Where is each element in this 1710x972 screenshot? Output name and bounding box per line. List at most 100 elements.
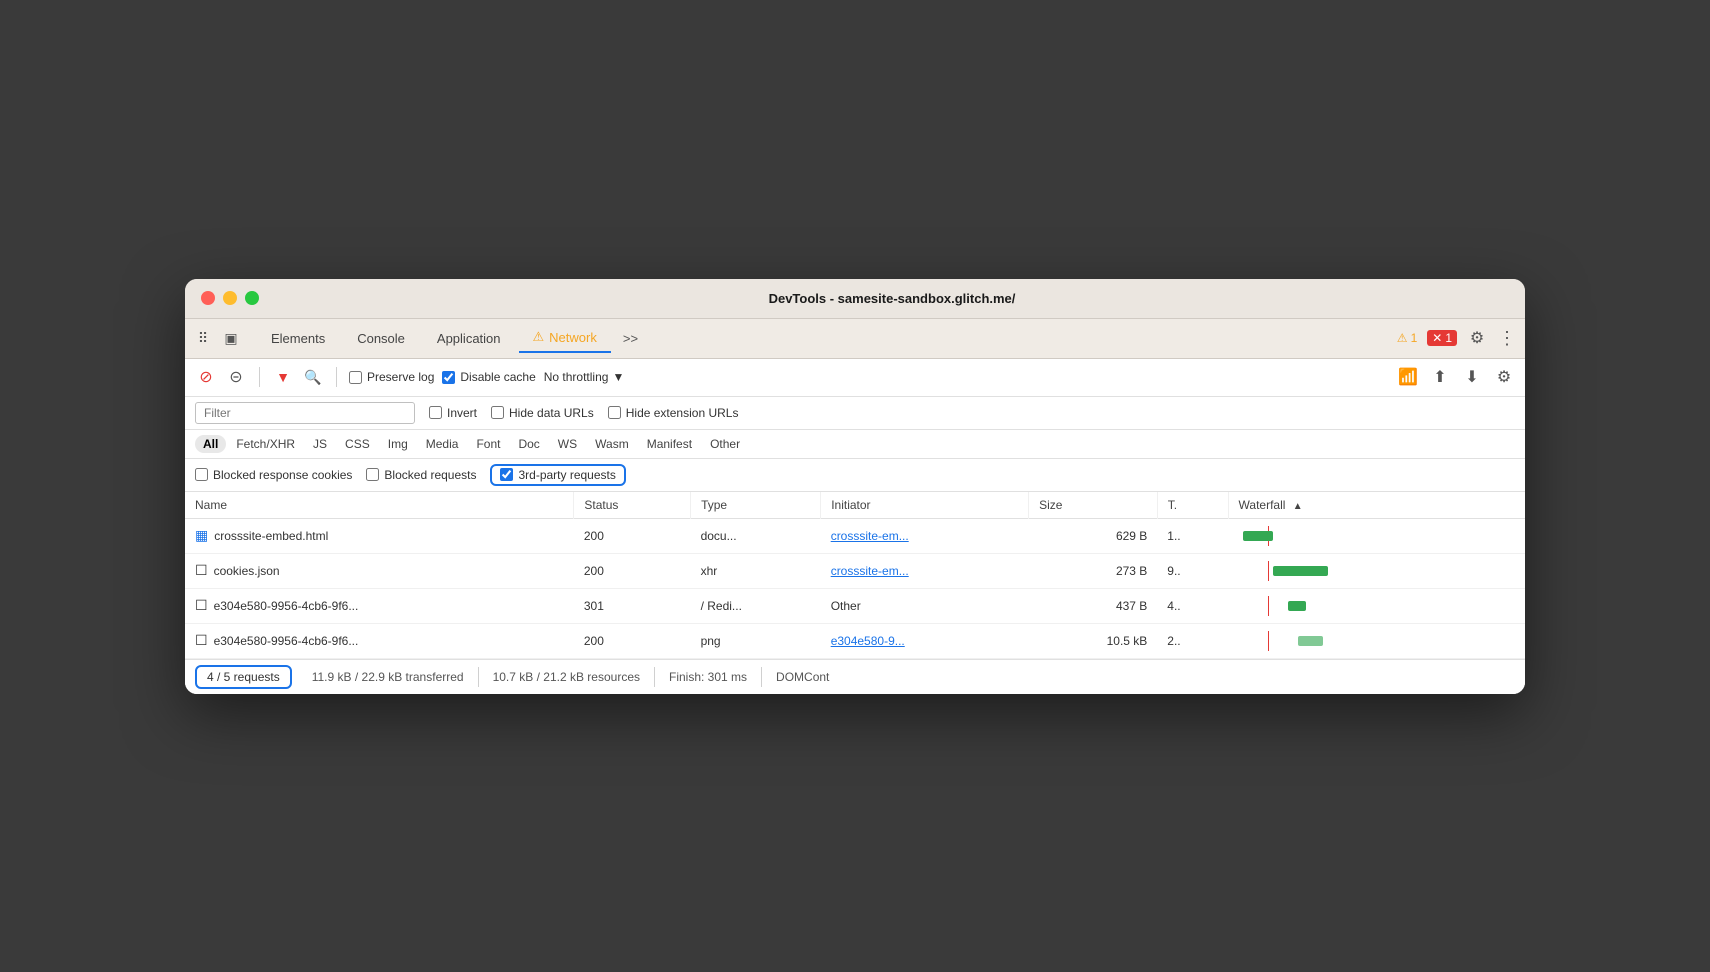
warning-icon: ⚠ bbox=[1397, 331, 1408, 345]
hide-data-urls-label: Hide data URLs bbox=[509, 406, 594, 420]
cell-type: / Redi... bbox=[691, 588, 821, 623]
toolbar-right: 📶 ⬆ ⬇ ⚙ bbox=[1397, 366, 1515, 388]
cell-type: docu... bbox=[691, 518, 821, 553]
cell-time: 2.. bbox=[1157, 623, 1228, 658]
col-name[interactable]: Name bbox=[185, 492, 574, 519]
minimize-button[interactable] bbox=[223, 291, 237, 305]
type-img-button[interactable]: Img bbox=[380, 435, 416, 453]
tab-bar-right: ⚠ 1 ✕ 1 ⚙ ⋮ bbox=[1397, 328, 1517, 348]
type-filter-bar: All Fetch/XHR JS CSS Img Media Font Doc … bbox=[185, 430, 1525, 459]
col-status[interactable]: Status bbox=[574, 492, 691, 519]
table-row[interactable]: ☐ cookies.json 200xhrcrosssite-em...273 … bbox=[185, 553, 1525, 588]
cell-time: 9.. bbox=[1157, 553, 1228, 588]
type-ws-button[interactable]: WS bbox=[550, 435, 585, 453]
cookie-filter-bar: Blocked response cookies Blocked request… bbox=[185, 459, 1525, 492]
third-party-requests-checkbox[interactable] bbox=[500, 468, 513, 481]
type-js-button[interactable]: JS bbox=[305, 435, 335, 453]
upload-icon[interactable]: ⬆ bbox=[1429, 366, 1451, 388]
filter-icon[interactable]: ▼ bbox=[272, 366, 294, 388]
type-doc-button[interactable]: Doc bbox=[510, 435, 547, 453]
invert-option[interactable]: Invert bbox=[429, 406, 477, 420]
maximize-button[interactable] bbox=[245, 291, 259, 305]
blocked-requests-checkbox[interactable] bbox=[366, 468, 379, 481]
more-options-button[interactable]: ⋮ bbox=[1497, 328, 1517, 348]
requests-count: 4 / 5 requests bbox=[195, 665, 292, 689]
table-row[interactable]: ☐ e304e580-9956-4cb6-9f6... 200pnge304e5… bbox=[185, 623, 1525, 658]
blocked-requests-option[interactable]: Blocked requests bbox=[366, 468, 476, 482]
type-other-button[interactable]: Other bbox=[702, 435, 748, 453]
waterfall-bar bbox=[1298, 636, 1323, 646]
table-row[interactable]: ▦ crosssite-embed.html 200docu...crosssi… bbox=[185, 518, 1525, 553]
wifi-icon[interactable]: 📶 bbox=[1397, 366, 1419, 388]
type-all-button[interactable]: All bbox=[195, 435, 226, 453]
cell-status: 200 bbox=[574, 623, 691, 658]
devtools-window: DevTools - samesite-sandbox.glitch.me/ ⠿… bbox=[185, 279, 1525, 694]
network-warning-icon: ⚠ bbox=[533, 329, 545, 345]
third-party-requests-option[interactable]: 3rd-party requests bbox=[490, 464, 625, 486]
initiator-link[interactable]: crosssite-em... bbox=[831, 529, 909, 543]
col-waterfall[interactable]: Waterfall ▲ bbox=[1228, 492, 1525, 519]
file-name: crosssite-embed.html bbox=[214, 529, 328, 543]
hide-extension-urls-label: Hide extension URLs bbox=[626, 406, 739, 420]
download-icon[interactable]: ⬇ bbox=[1461, 366, 1483, 388]
type-fetchxhr-button[interactable]: Fetch/XHR bbox=[228, 435, 303, 453]
cell-time: 1.. bbox=[1157, 518, 1228, 553]
cell-time: 4.. bbox=[1157, 588, 1228, 623]
waterfall-bar-container bbox=[1238, 561, 1358, 581]
waterfall-vline bbox=[1268, 561, 1269, 581]
type-font-button[interactable]: Font bbox=[468, 435, 508, 453]
type-wasm-button[interactable]: Wasm bbox=[587, 435, 637, 453]
preserve-log-option[interactable]: Preserve log bbox=[349, 370, 434, 384]
disable-cache-checkbox[interactable] bbox=[442, 371, 455, 384]
blocked-response-cookies-checkbox[interactable] bbox=[195, 468, 208, 481]
initiator-link[interactable]: e304e580-9... bbox=[831, 634, 905, 648]
search-icon[interactable]: 🔍 bbox=[302, 366, 324, 388]
waterfall-bar bbox=[1273, 566, 1328, 576]
hide-data-urls-checkbox[interactable] bbox=[491, 406, 504, 419]
col-size[interactable]: Size bbox=[1029, 492, 1158, 519]
invert-checkbox[interactable] bbox=[429, 406, 442, 419]
device-icon[interactable]: ▣ bbox=[221, 328, 241, 348]
close-button[interactable] bbox=[201, 291, 215, 305]
file-icon: ☐ bbox=[195, 632, 208, 649]
tab-bar-icons: ⠿ ▣ bbox=[193, 328, 241, 348]
disable-cache-option[interactable]: Disable cache bbox=[442, 370, 535, 384]
table-row[interactable]: ☐ e304e580-9956-4cb6-9f6... 301/ Redi...… bbox=[185, 588, 1525, 623]
settings-button[interactable]: ⚙ bbox=[1467, 328, 1487, 348]
tab-more[interactable]: >> bbox=[615, 327, 646, 350]
stop-recording-button[interactable]: ⊘ bbox=[195, 366, 217, 388]
tab-console[interactable]: Console bbox=[343, 325, 419, 352]
blocked-response-cookies-label: Blocked response cookies bbox=[213, 468, 352, 482]
network-table: Name Status Type Initiator Size T. Water… bbox=[185, 492, 1525, 659]
cell-waterfall bbox=[1228, 623, 1525, 658]
tab-network[interactable]: ⚠ Network bbox=[519, 323, 611, 353]
col-time[interactable]: T. bbox=[1157, 492, 1228, 519]
type-media-button[interactable]: Media bbox=[418, 435, 467, 453]
type-manifest-button[interactable]: Manifest bbox=[639, 435, 700, 453]
type-css-button[interactable]: CSS bbox=[337, 435, 378, 453]
filter-input[interactable] bbox=[195, 402, 415, 424]
clear-button[interactable]: ⊝ bbox=[225, 366, 247, 388]
cursor-icon[interactable]: ⠿ bbox=[193, 328, 213, 348]
network-settings-icon[interactable]: ⚙ bbox=[1493, 366, 1515, 388]
file-icon: ☐ bbox=[195, 562, 208, 579]
initiator-link[interactable]: crosssite-em... bbox=[831, 564, 909, 578]
throttle-select[interactable]: No throttling ▼ bbox=[544, 370, 625, 384]
status-bar: 4 / 5 requests 11.9 kB / 22.9 kB transfe… bbox=[185, 659, 1525, 694]
cell-name: ☐ e304e580-9956-4cb6-9f6... bbox=[185, 588, 574, 623]
waterfall-bar-container bbox=[1238, 631, 1358, 651]
sort-arrow: ▲ bbox=[1293, 501, 1303, 512]
preserve-log-checkbox[interactable] bbox=[349, 371, 362, 384]
col-initiator[interactable]: Initiator bbox=[821, 492, 1029, 519]
col-type[interactable]: Type bbox=[691, 492, 821, 519]
hide-extension-urls-option[interactable]: Hide extension URLs bbox=[608, 406, 739, 420]
warning-count: ⚠ 1 bbox=[1397, 331, 1417, 345]
hide-data-urls-option[interactable]: Hide data URLs bbox=[491, 406, 594, 420]
blocked-requests-label: Blocked requests bbox=[384, 468, 476, 482]
hide-extension-urls-checkbox[interactable] bbox=[608, 406, 621, 419]
tab-elements[interactable]: Elements bbox=[257, 325, 339, 352]
blocked-response-cookies-option[interactable]: Blocked response cookies bbox=[195, 468, 352, 482]
tab-application[interactable]: Application bbox=[423, 325, 515, 352]
cell-initiator: crosssite-em... bbox=[821, 518, 1029, 553]
error-count: ✕ 1 bbox=[1427, 330, 1457, 346]
